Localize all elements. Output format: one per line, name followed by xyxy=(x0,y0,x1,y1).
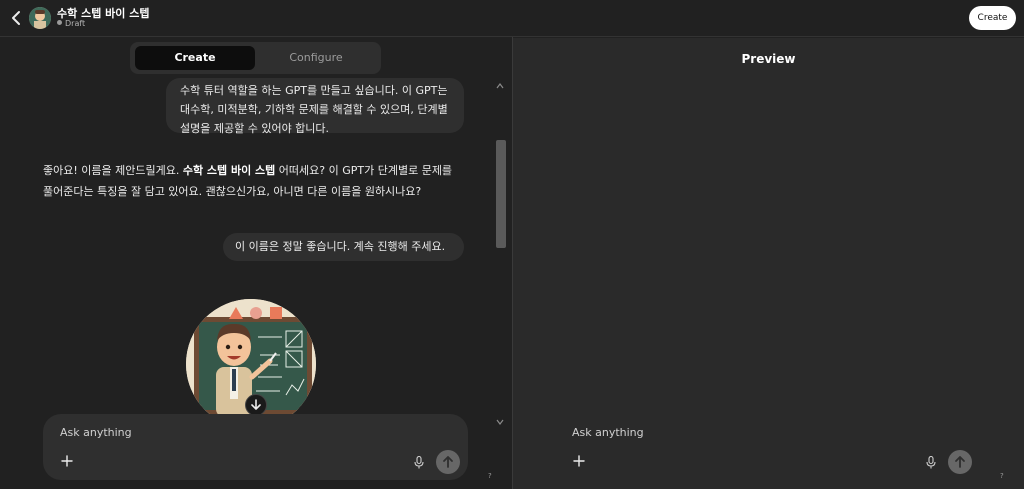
help-icon[interactable]: ? xyxy=(1000,472,1004,480)
builder-composer[interactable]: Ask anything xyxy=(43,414,468,480)
scrollbar-thumb[interactable] xyxy=(496,140,506,248)
assistant-text: 좋아요! 이름을 제안드릴게요. xyxy=(43,164,180,177)
assistant-message: 좋아요! 이름을 제안드릴게요. 수학 스텝 바이 스텝 어떠세요? 이 GPT… xyxy=(43,160,463,202)
send-button[interactable] xyxy=(436,450,460,474)
create-button[interactable]: Create xyxy=(969,6,1016,30)
suggested-name: 수학 스텝 바이 스텝 xyxy=(182,164,276,177)
preview-title: Preview xyxy=(741,52,796,66)
arrow-down-icon xyxy=(251,399,261,410)
preview-message-input[interactable]: Ask anything xyxy=(572,426,644,439)
help-icon[interactable]: ? xyxy=(488,472,492,480)
status-dot xyxy=(57,20,62,25)
draft-status: Draft xyxy=(57,19,85,28)
microphone-icon[interactable] xyxy=(926,456,936,469)
scroll-up-arrow-icon[interactable] xyxy=(496,82,504,90)
send-arrow-icon xyxy=(443,456,453,468)
top-bar: 수학 스텝 바이 스텝 Draft Create xyxy=(0,0,1024,37)
back-arrow-icon[interactable] xyxy=(8,8,26,28)
scroll-to-bottom-button[interactable] xyxy=(245,394,267,416)
preview-composer[interactable]: Ask anything xyxy=(555,414,980,480)
user-message: 이 이름은 정말 좋습니다. 계속 진행해 주세요. xyxy=(223,233,464,261)
status-label: Draft xyxy=(65,19,86,28)
user-message: 수학 튜터 역할을 하는 GPT를 만들고 싶습니다. 이 GPT는 대수학, … xyxy=(166,78,464,135)
send-arrow-icon xyxy=(955,456,965,468)
preview-send-button[interactable] xyxy=(948,450,972,474)
plus-icon[interactable] xyxy=(572,454,586,468)
message-input[interactable]: Ask anything xyxy=(60,426,132,439)
builder-tabs: Create Configure xyxy=(130,42,381,74)
plus-icon[interactable] xyxy=(60,454,74,468)
builder-pane: Create Configure 수학 튜터 역할을 하는 GPT를 만들고 싶… xyxy=(0,38,512,489)
scroll-down-arrow-icon[interactable] xyxy=(496,418,504,426)
microphone-icon[interactable] xyxy=(414,456,424,469)
tab-configure[interactable]: Configure xyxy=(256,46,376,70)
gpt-avatar xyxy=(29,7,51,29)
tab-create[interactable]: Create xyxy=(135,46,255,70)
